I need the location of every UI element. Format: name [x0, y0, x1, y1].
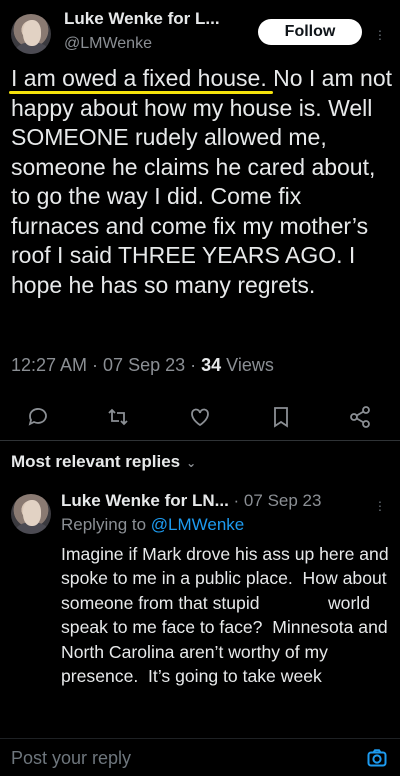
replies-sort-label: Most relevant replies	[11, 452, 181, 471]
highlighted-text: I am owed a fixed house.	[11, 65, 267, 91]
compose-bar: Post your reply	[0, 738, 400, 776]
reply-author-name: Luke Wenke for LN...	[61, 491, 229, 510]
views-label: Views	[221, 355, 274, 375]
reply-input[interactable]: Post your reply	[11, 748, 131, 769]
retweet-icon[interactable]	[106, 405, 130, 429]
views-count: 34	[201, 355, 222, 375]
author-name[interactable]: Luke Wenke for L...	[64, 9, 220, 29]
camera-icon[interactable]	[367, 749, 387, 767]
tweet-header: Luke Wenke for L... @LMWenke Follow · · ·	[0, 0, 400, 66]
replying-to: Replying to @LMWenke	[61, 515, 244, 535]
author-avatar[interactable]	[11, 14, 51, 54]
reply-date: · 07 Sep 23	[228, 491, 322, 510]
tweet-actions	[0, 400, 400, 434]
reply-author[interactable]: Luke Wenke for LN... · 07 Sep 23	[61, 491, 321, 511]
author-handle[interactable]: @LMWenke	[64, 35, 152, 53]
like-icon[interactable]	[188, 405, 212, 429]
replying-mention[interactable]: @LMWenke	[151, 515, 244, 534]
reply-more-options-icon[interactable]: · · ·	[377, 494, 383, 516]
tweet-body: No I am not happy about how my house is.…	[11, 65, 392, 298]
reply-icon[interactable]	[26, 405, 50, 429]
reply-text: Imagine if Mark drove his ass up here an…	[61, 544, 394, 687]
tweet-text: I am owed a fixed house. No I am not hap…	[11, 64, 395, 300]
more-options-icon[interactable]: · · ·	[377, 23, 383, 45]
divider	[0, 440, 400, 441]
follow-button[interactable]: Follow	[258, 19, 362, 45]
replying-prefix: Replying to	[61, 515, 151, 534]
reply-author-avatar[interactable]	[11, 494, 51, 534]
chevron-down-icon: ⌄	[186, 456, 197, 470]
bookmark-icon[interactable]	[269, 405, 293, 429]
tweet-timestamp[interactable]: 12:27 AM · 07 Sep 23 ·	[11, 355, 201, 375]
replies-sort-toggle[interactable]: Most relevant replies ⌄	[11, 452, 196, 472]
share-icon[interactable]	[348, 405, 372, 429]
tweet-meta: 12:27 AM · 07 Sep 23 · 34 Views	[11, 355, 274, 376]
